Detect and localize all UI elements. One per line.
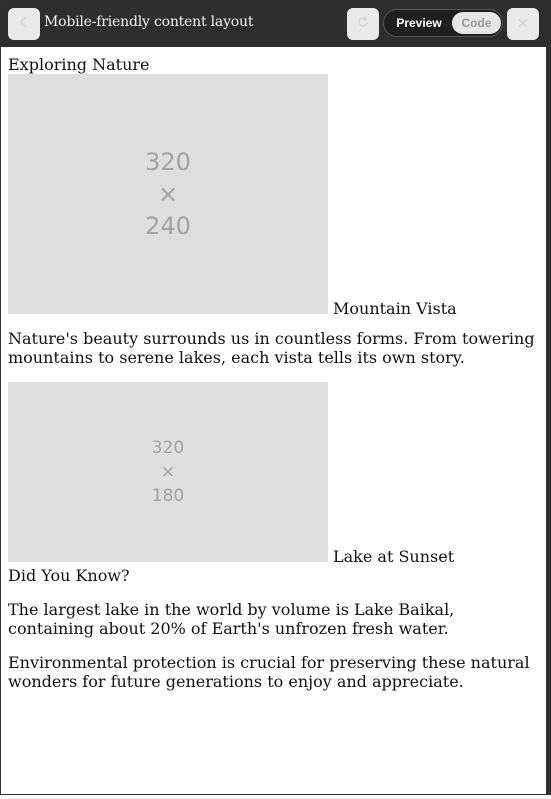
image-caption: Mountain Vista (333, 299, 457, 318)
window-title: Mobile-friendly content layout (44, 14, 254, 30)
figure-lake: 320 × 180 Lake at Sunset (8, 382, 538, 566)
code-toggle-option[interactable]: Code (452, 12, 501, 34)
image-caption: Lake at Sunset (333, 547, 455, 566)
placeholder-times: × (157, 180, 179, 208)
preview-toggle-option[interactable]: Preview (387, 12, 451, 34)
refresh-button[interactable] (347, 8, 379, 40)
paragraph-conclusion: Environmental protection is crucial for … (8, 653, 530, 691)
placeholder-width: 320 (151, 438, 185, 458)
article-content: Exploring Nature 320 × 240 Mountain Vist… (8, 55, 538, 691)
preview-window: Mobile-friendly content layout Preview C… (0, 0, 551, 795)
placeholder-height: 240 (145, 212, 191, 240)
close-icon (517, 15, 529, 33)
refresh-icon (356, 15, 370, 33)
mountain-image-placeholder: 320 × 240 (8, 74, 328, 314)
section-heading: Did You Know? (8, 566, 130, 585)
back-button[interactable] (8, 8, 40, 40)
window-titlebar: Mobile-friendly content layout Preview C… (1, 1, 551, 47)
placeholder-width: 320 (145, 148, 191, 176)
lake-image-placeholder: 320 × 180 (8, 382, 328, 562)
paragraph-intro: Nature's beauty surrounds us in countles… (8, 329, 535, 367)
close-button[interactable] (507, 8, 539, 40)
paragraph-fact: The largest lake in the world by volume … (8, 600, 455, 638)
figure-mountain: 320 × 240 Mountain Vista (8, 74, 538, 318)
placeholder-times: × (160, 462, 176, 482)
placeholder-height: 180 (151, 486, 185, 506)
preview-code-toggle: Preview Code (383, 9, 503, 37)
page-title: Exploring Nature (8, 55, 150, 74)
arrow-left-icon (17, 15, 31, 33)
